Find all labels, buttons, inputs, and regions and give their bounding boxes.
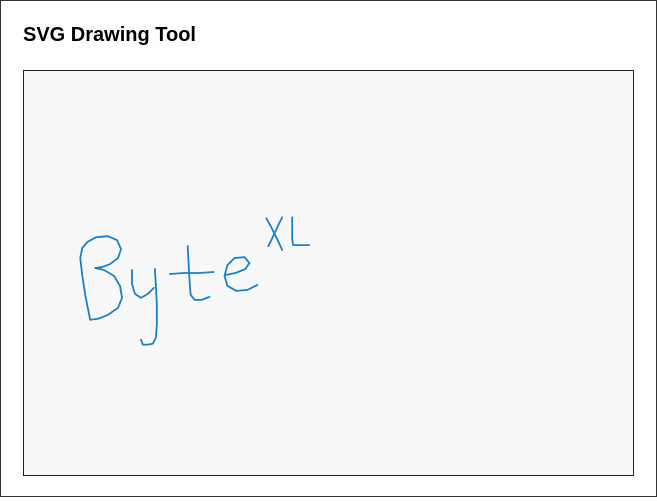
stroke-y-left [131,269,155,299]
app-window: SVG Drawing Tool [0,0,657,497]
stroke-x-b [267,216,284,248]
stroke-b-vertical [79,241,92,321]
drawing-svg[interactable] [24,71,633,475]
stroke-t-cross [168,271,215,275]
stroke-l [291,216,310,247]
stroke-e [223,256,259,292]
page-title: SVG Drawing Tool [23,24,196,46]
stroke-y-right [140,268,158,346]
drawing-canvas[interactable] [23,70,634,476]
stroke-b-loops [86,235,123,321]
